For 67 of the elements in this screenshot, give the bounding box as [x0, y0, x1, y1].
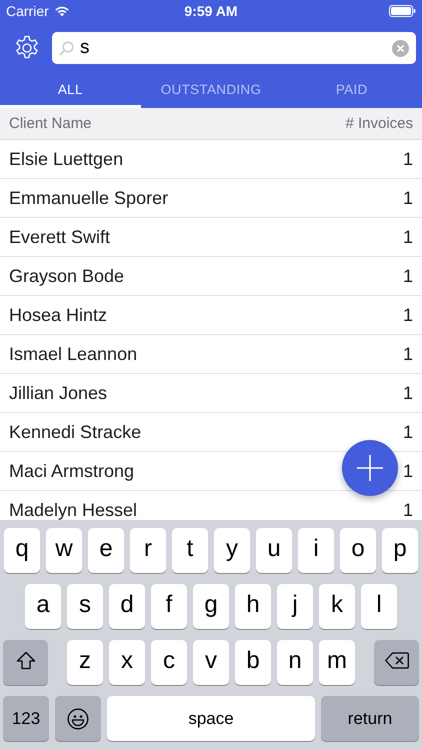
key[interactable]: l — [361, 584, 397, 629]
settings-icon[interactable] — [14, 35, 40, 61]
emoji-key[interactable] — [55, 696, 101, 741]
key[interactable]: n — [277, 640, 313, 685]
key[interactable]: f — [151, 584, 187, 629]
key[interactable]: u — [256, 528, 292, 573]
key[interactable]: e — [88, 528, 124, 573]
numbers-key[interactable]: 123 — [3, 696, 49, 741]
carrier-name: Carrier — [6, 3, 49, 19]
client-name[interactable]: Maci Armstrong — [9, 460, 134, 482]
key[interactable]: t — [172, 528, 208, 573]
invoice-count: 1 — [402, 266, 413, 286]
key[interactable]: c — [151, 640, 187, 685]
search-field[interactable]: s — [80, 37, 386, 59]
key[interactable]: v — [193, 640, 229, 685]
invoice-count: 1 — [402, 382, 413, 404]
search-bar[interactable]: s — [52, 32, 416, 64]
client-name[interactable]: Madelyn Hessel — [9, 500, 138, 520]
space-key[interactable]: space — [107, 696, 315, 741]
key[interactable]: z — [67, 640, 103, 685]
backspace-icon — [384, 652, 408, 669]
key[interactable]: m — [319, 640, 355, 685]
wifi-icon — [54, 5, 70, 17]
shift-key[interactable] — [3, 640, 48, 685]
key[interactable]: r — [130, 528, 166, 573]
delete-key[interactable] — [374, 640, 419, 685]
key[interactable]: k — [319, 584, 355, 629]
client-name[interactable]: Elsie Luettgen — [9, 148, 124, 170]
invoice-count: 1 — [402, 148, 413, 170]
shift-icon — [16, 651, 36, 670]
client-name[interactable]: Emmanuelle Sporer — [9, 188, 168, 208]
search-icon — [59, 40, 74, 56]
add-button[interactable] — [342, 440, 398, 496]
client-name[interactable]: Grayson Bode — [9, 266, 124, 286]
key[interactable]: x — [109, 640, 145, 685]
column-header: Client Name — [9, 115, 92, 132]
key[interactable]: y — [214, 528, 250, 573]
key[interactable]: i — [298, 528, 334, 573]
invoice-count: 1 — [402, 226, 413, 248]
client-name[interactable]: Kennedi Stracke — [9, 422, 142, 442]
client-name[interactable]: Hosea Hintz — [9, 304, 108, 326]
invoice-count: 1 — [402, 344, 413, 364]
key[interactable]: j — [277, 584, 313, 629]
invoice-count: 1 — [402, 460, 413, 482]
battery-icon — [389, 5, 416, 17]
invoice-count: 1 — [402, 422, 413, 442]
client-name[interactable]: Everett Swift — [9, 226, 110, 248]
smiley-icon — [67, 708, 89, 730]
column-header: # Invoices — [345, 115, 413, 132]
key[interactable]: a — [25, 584, 61, 629]
return-key[interactable]: return — [321, 696, 419, 741]
key[interactable]: p — [382, 528, 418, 573]
invoice-count: 1 — [402, 500, 413, 520]
key[interactable]: b — [235, 640, 271, 685]
key[interactable]: h — [235, 584, 271, 629]
status-time: 9:59 AM — [184, 3, 238, 19]
key[interactable]: g — [193, 584, 229, 629]
key[interactable]: w — [46, 528, 82, 573]
key[interactable]: o — [340, 528, 376, 573]
key[interactable]: d — [109, 584, 145, 629]
client-name[interactable]: Ismael Leannon — [9, 344, 138, 364]
plus-icon — [357, 455, 383, 481]
key[interactable]: q — [4, 528, 40, 573]
invoice-count: 1 — [402, 188, 413, 208]
client-name[interactable]: Jillian Jones — [9, 382, 108, 404]
key[interactable]: s — [67, 584, 103, 629]
invoice-count: 1 — [402, 304, 413, 326]
